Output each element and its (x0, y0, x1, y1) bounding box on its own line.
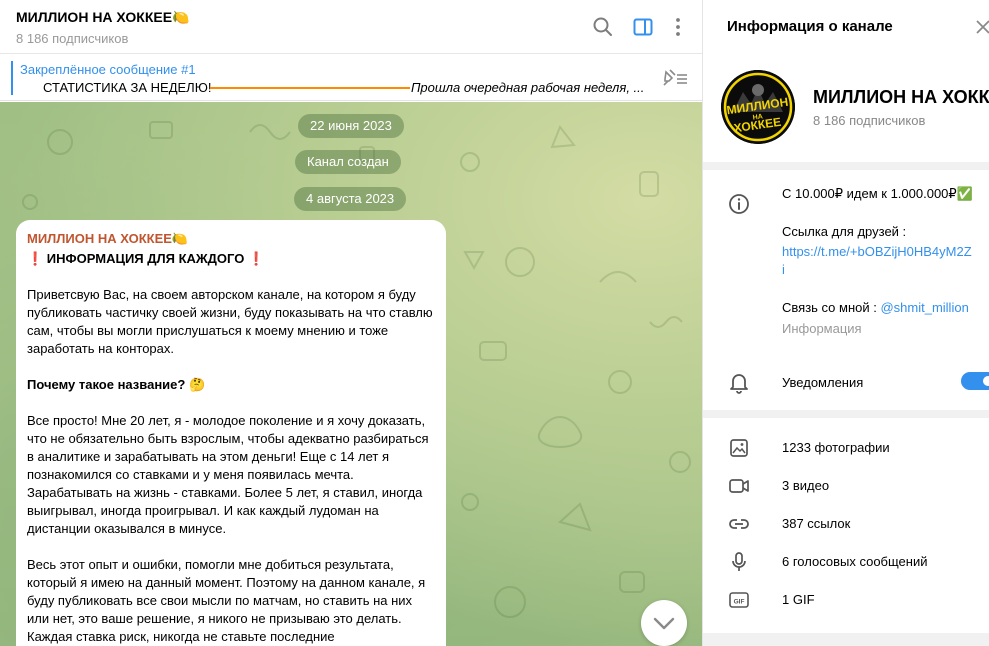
contact-handle-link[interactable]: @shmit_million (880, 300, 968, 315)
friends-invite-link[interactable]: https://t.me/+bOBZijH0HB4yM2Z (782, 243, 972, 261)
channel-profile: МИЛЛИОН НА ХОККЕЕ МИЛЛИОН НА ХОККЕ... 8 … (703, 55, 989, 162)
media-label: 387 ссылок (782, 516, 851, 531)
media-row-videos[interactable]: 3 видео (703, 468, 989, 506)
info-icon (727, 192, 751, 216)
service-message: Канал создан (295, 150, 401, 174)
media-label: 1233 фотографии (782, 440, 890, 455)
pinned-label: Закреплённое сообщение #1 (20, 62, 196, 77)
friends-link-label: Ссылка для друзей : (782, 224, 907, 239)
sidebar-toggle-icon[interactable] (631, 15, 655, 39)
more-menu-icon[interactable] (666, 15, 690, 39)
gif-icon: GIF (728, 589, 750, 611)
notifications-toggle[interactable] (961, 372, 989, 390)
search-icon[interactable] (591, 15, 615, 39)
chat-subscriber-count: 8 186 подписчиков (16, 31, 129, 46)
media-label: 1 GIF (782, 592, 815, 607)
message-paragraph: Все просто! Мне 20 лет, я - молодое поко… (27, 413, 429, 536)
avatar[interactable]: МИЛЛИОН НА ХОККЕЕ (721, 70, 795, 144)
svg-text:GIF: GIF (734, 599, 745, 606)
channel-description: С 10.000₽ идем к 1.000.000₽✅ (782, 186, 973, 201)
pinned-divider (210, 87, 410, 89)
message-bubble[interactable]: МИЛЛИОН НА ХОККЕЕ🍋 ❗ ИНФОРМАЦИЯ ДЛЯ КАЖД… (16, 220, 446, 646)
media-label: 6 голосовых сообщений (782, 554, 928, 569)
toggle-knob (981, 374, 989, 388)
panel-title: Информация о канале (727, 18, 893, 35)
channel-subscriber-count: 8 186 подписчиков (813, 113, 926, 128)
contact-line: Связь со мной : @shmit_million (782, 299, 969, 317)
media-label: 3 видео (782, 478, 830, 493)
pinned-list-icon[interactable] (661, 66, 689, 90)
message-heading: ❗ ИНФОРМАЦИЯ ДЛЯ КАЖДОГО ❗ (27, 250, 434, 268)
message-sender[interactable]: МИЛЛИОН НА ХОККЕЕ🍋 (27, 230, 434, 248)
chevron-down-icon (653, 617, 675, 630)
channel-name: МИЛЛИОН НА ХОККЕ... (813, 87, 989, 107)
video-icon (728, 475, 750, 497)
pinned-preview: Прошла очередная рабочая неделя, ... (411, 80, 645, 95)
message-paragraph: Приветсвую Вас, на своем авторском канал… (27, 287, 433, 356)
scroll-down-button[interactable] (641, 600, 687, 646)
close-icon[interactable] (973, 17, 989, 37)
message-paragraph: Весь этот опыт и ошибки, помогли мне доб… (27, 557, 426, 644)
media-row-gifs[interactable]: GIF 1 GIF (703, 582, 989, 620)
info-caption: Информация (782, 321, 862, 336)
chat-title[interactable]: МИЛЛИОН НА ХОККЕЕ🍋 (16, 9, 190, 26)
channel-info-panel: Информация о канале МИЛЛИОН НА ХОККЕЕ МИ… (702, 0, 989, 646)
contact-label: Связь со мной : (782, 300, 881, 315)
bell-icon (727, 370, 751, 394)
panel-header: Информация о канале (703, 0, 989, 55)
microphone-icon (728, 551, 750, 573)
chat-header[interactable]: МИЛЛИОН НА ХОККЕЕ🍋 8 186 подписчиков (0, 0, 702, 54)
media-row-photos[interactable]: 1233 фотографии (703, 430, 989, 468)
message-paragraph: Почему такое название? 🤔 (27, 377, 206, 392)
link-icon (728, 513, 750, 535)
pinned-text: СТАТИСТИКА ЗА НЕДЕЛЮ! (43, 80, 212, 95)
message-heading-text: ИНФОРМАЦИЯ ДЛЯ КАЖДОГО (43, 251, 248, 266)
shared-media-section: 1233 фотографии 3 видео 387 ссылок 6 гол… (703, 418, 989, 633)
channel-info-section: С 10.000₽ идем к 1.000.000₽✅ Ссылка для … (703, 170, 989, 410)
pinned-indicator (11, 61, 13, 95)
exclamation-icon: ❗ (27, 251, 44, 266)
notifications-label: Уведомления (782, 375, 864, 390)
date-separator: 22 июня 2023 (298, 114, 404, 138)
media-row-voice[interactable]: 6 голосовых сообщений (703, 544, 989, 582)
pinned-message-bar[interactable]: Закреплённое сообщение #1 СТАТИСТИКА ЗА … (0, 55, 702, 101)
chat-area: МИЛЛИОН НА ХОККЕЕ🍋 8 186 подписчиков Зак… (0, 0, 702, 646)
chat-background: 22 июня 2023 Канал создан 4 августа 2023… (0, 102, 702, 646)
friends-invite-link-tail[interactable]: i (782, 261, 785, 279)
exclamation-icon: ❗ (247, 251, 265, 266)
photo-icon (728, 437, 750, 459)
media-row-links[interactable]: 387 ссылок (703, 506, 989, 544)
date-separator: 4 августа 2023 (294, 187, 407, 211)
